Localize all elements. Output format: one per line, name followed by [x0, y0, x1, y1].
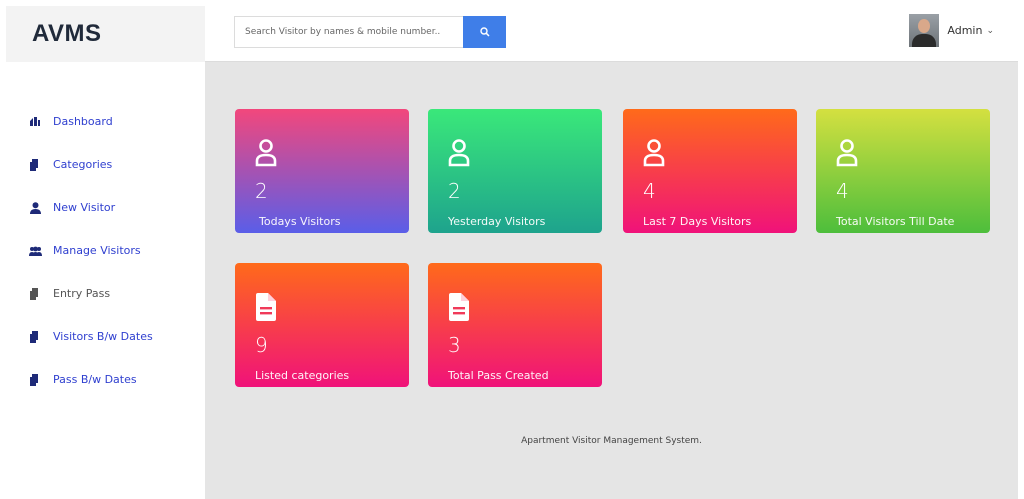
brand: AVMS — [6, 6, 205, 62]
search-input[interactable] — [234, 16, 463, 48]
document-icon — [256, 293, 276, 321]
sidebar-item-label: Entry Pass — [53, 287, 111, 300]
users-icon — [28, 244, 42, 258]
sidebar-item-visitors-bw-dates[interactable]: Visitors B/w Dates — [6, 315, 205, 358]
card-value: 4 — [836, 179, 849, 203]
search-icon — [479, 27, 490, 37]
card-label: Last 7 Days Visitors — [643, 215, 752, 228]
file-icon — [28, 287, 42, 301]
sidebar-item-label: Visitors B/w Dates — [53, 330, 153, 343]
user-icon — [448, 139, 470, 167]
file-icon — [28, 330, 42, 344]
sidebar-item-pass-bw-dates[interactable]: Pass B/w Dates — [6, 358, 205, 401]
sidebar-item-categories[interactable]: Categories — [6, 143, 205, 186]
sidebar-item-label: Pass B/w Dates — [53, 373, 137, 386]
dashboard-icon — [28, 115, 42, 129]
sidebar-item-label: Manage Visitors — [53, 244, 141, 257]
card-value: 4 — [643, 179, 656, 203]
user-icon — [28, 201, 42, 215]
user-icon — [255, 139, 277, 167]
sidebar-item-dashboard[interactable]: Dashboard — [6, 100, 205, 143]
card-total-pass-created[interactable]: 3 Total Pass Created — [428, 263, 602, 387]
card-todays-visitors[interactable]: 2 Todays Visitors — [235, 109, 409, 233]
sidebar-item-manage-visitors[interactable]: Manage Visitors — [6, 229, 205, 272]
sidebar-item-label: Categories — [53, 158, 113, 171]
card-yesterday-visitors[interactable]: 2 Yesterday Visitors — [428, 109, 602, 233]
search-button[interactable] — [463, 16, 506, 48]
card-value: 2 — [448, 179, 461, 203]
sidebar-item-label: Dashboard — [53, 115, 113, 128]
sidebar-item-label: New Visitor — [53, 201, 116, 214]
card-label: Total Visitors Till Date — [836, 215, 955, 228]
user-name[interactable]: Admin — [947, 24, 982, 37]
card-value: 9 — [255, 333, 268, 357]
card-last-7-days-visitors[interactable]: 4 Last 7 Days Visitors — [623, 109, 797, 233]
chevron-down-icon[interactable]: ⌄ — [986, 26, 994, 36]
card-label: Total Pass Created — [448, 369, 549, 382]
card-value: 3 — [448, 333, 461, 357]
top-bar: Admin ⌄ — [205, 6, 1018, 62]
file-icon — [28, 158, 42, 172]
app-frame: AVMS Admin ⌄ Dashboard — [6, 6, 1018, 499]
file-icon — [28, 373, 42, 387]
card-total-visitors-till-date[interactable]: 4 Total Visitors Till Date — [816, 109, 990, 233]
card-listed-categories[interactable]: 9 Listed categories — [235, 263, 409, 387]
brand-logo-text[interactable]: AVMS — [32, 20, 102, 48]
card-label: Yesterday Visitors — [448, 215, 546, 228]
user-icon — [643, 139, 665, 167]
sidebar-item-new-visitor[interactable]: New Visitor — [6, 186, 205, 229]
sidebar: Dashboard Categories New Visitor Manage … — [6, 62, 205, 499]
search-bar — [234, 16, 506, 48]
avatar[interactable] — [909, 14, 940, 47]
user-menu[interactable]: Admin ⌄ — [909, 14, 994, 47]
card-value: 2 — [255, 179, 268, 203]
sidebar-item-entry-pass[interactable]: Entry Pass — [6, 272, 205, 315]
footer-text: Apartment Visitor Management System. — [521, 436, 702, 446]
card-label: Listed categories — [255, 369, 350, 382]
document-icon — [449, 293, 469, 321]
user-icon — [836, 139, 858, 167]
card-label: Todays Visitors — [259, 215, 341, 228]
